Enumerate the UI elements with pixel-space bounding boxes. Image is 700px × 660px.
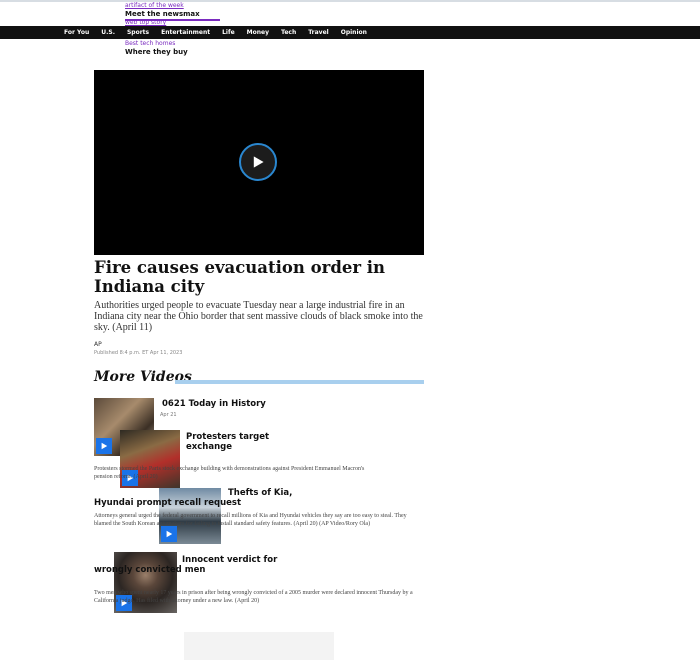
play-icon [166,530,173,538]
top-border [0,0,700,2]
thumb-play-button-1[interactable] [96,438,112,454]
nav-item-tech[interactable]: Tech [281,29,296,36]
header-underline [125,19,220,21]
thumb-play-button-3[interactable] [161,526,177,542]
header-link-1[interactable]: artifact of the week [125,2,245,10]
article-summary: Authorities urged people to evacuate Tue… [94,300,423,333]
nav-item-us[interactable]: U.S. [101,29,115,36]
header-links: artifact of the week Meet the newsmax we… [125,2,245,27]
article-published: Published 8:4 p.m. ET Apr 11, 2023 [94,350,183,356]
sub-breadcrumb-link[interactable]: Best tech homes [125,40,175,47]
play-icon [101,442,108,450]
article-headline: Fire causes evacuation order in Indiana … [94,258,386,296]
sub-breadcrumb: Best tech homes Where they buy [125,40,285,56]
more-videos-rule [175,380,424,384]
play-button[interactable] [239,143,277,181]
main-nav: For You U.S. Sports Entertainment Life M… [0,26,700,39]
nav-item-money[interactable]: Money [247,29,269,36]
video-date-1: Apr 21 [160,412,177,418]
nav-item-sports[interactable]: Sports [127,29,149,36]
video-desc-3: Attorneys general urged the federal gove… [94,513,407,527]
play-icon [253,156,264,168]
video-desc-2: Protesters stormed the Paris stock excha… [94,466,365,480]
video-desc-4: Two men who spent nearly 17 years in pri… [94,590,413,604]
nav-item-opinion[interactable]: Opinion [341,29,367,36]
nav-item-entertainment[interactable]: Entertainment [161,29,210,36]
video-title-4[interactable]: Innocent verdict for wrongly convicted m… [94,555,294,575]
header-title[interactable]: Meet the newsmax [125,10,245,19]
sub-breadcrumb-title[interactable]: Where they buy [125,48,285,56]
article-source[interactable]: AP [94,341,102,348]
nav-item-life[interactable]: Life [222,29,235,36]
video-title-1[interactable]: 0621 Today in History [162,399,362,409]
video-title-3[interactable]: Thefts of Kia, Hyundai prompt recall req… [94,488,334,508]
nav-item-travel[interactable]: Travel [308,29,328,36]
nav-item-for-you[interactable]: For You [64,29,89,36]
bottom-placeholder [184,632,334,660]
video-title-2[interactable]: Protesters target exchange [186,432,296,452]
